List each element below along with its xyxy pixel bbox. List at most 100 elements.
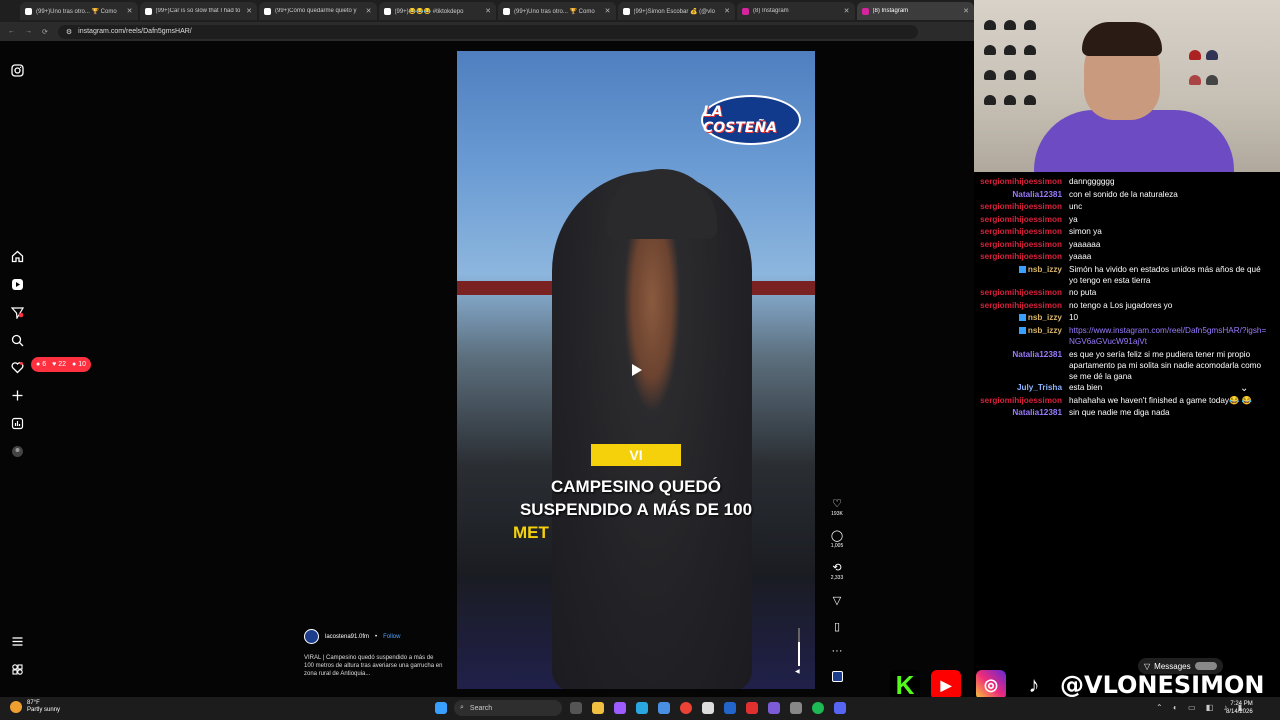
file-explorer-icon[interactable] <box>592 702 604 714</box>
home-icon[interactable] <box>11 250 24 263</box>
overlay-caption-line-1: CAMPESINO QUEDÓ <box>550 477 722 496</box>
browser-tab[interactable]: (99+)😂😂😂 #tiktokdepo ✕ <box>378 2 496 20</box>
app-icon[interactable] <box>658 702 670 714</box>
follow-button[interactable]: Follow <box>383 634 400 640</box>
discord-icon[interactable] <box>834 702 846 714</box>
streamer-hair <box>1082 22 1162 56</box>
tiktok-favicon-icon <box>25 7 32 15</box>
app-icon[interactable] <box>614 702 626 714</box>
forward-icon[interactable]: → <box>25 28 32 35</box>
browser-tab[interactable]: (99+)Uno tras otro... 🏆 Como ✕ <box>20 2 138 20</box>
stream-chat: sergiomihijoessimon danngggggg Natalia123… <box>974 172 1280 432</box>
save-button[interactable]: ▯ <box>826 620 848 633</box>
plus-icon[interactable] <box>11 389 24 402</box>
heart-icon: ♥ <box>52 361 57 368</box>
browser-tab[interactable]: (99+)Uno tras otro... 🏆 Como ✕ <box>498 2 616 20</box>
follow-count: ● 10 <box>72 361 86 368</box>
windows-start-icon[interactable] <box>435 702 447 714</box>
close-tab-icon[interactable]: ✕ <box>724 7 730 15</box>
task-view-icon[interactable] <box>570 702 582 714</box>
weather-sun-icon <box>10 701 22 713</box>
volume-slider[interactable]: ◀ <box>795 628 802 675</box>
reload-icon[interactable]: ⟳ <box>42 28 48 36</box>
close-tab-icon[interactable]: ✕ <box>963 7 969 15</box>
comment-count: ● 6 <box>36 361 47 368</box>
close-tab-icon[interactable]: ✕ <box>605 7 611 15</box>
profile-icon[interactable] <box>11 445 24 458</box>
webcam-feed <box>974 0 1280 172</box>
notepad-icon[interactable] <box>702 702 714 714</box>
like-count: ♥ 22 <box>52 361 66 368</box>
chat-link[interactable]: https://www.instagram.com/reel/Dafn5gmsH… <box>1069 325 1267 347</box>
taskbar-search[interactable]: ⌕ Search <box>454 700 562 716</box>
notification-summary-badge[interactable]: ● 6 ♥ 22 ● 10 <box>31 357 91 372</box>
app-icon[interactable] <box>746 702 758 714</box>
audio-button[interactable] <box>826 671 848 685</box>
comment-button[interactable]: ◯ 1,005 <box>826 529 848 549</box>
like-count: 193K <box>831 511 843 517</box>
site-info-icon[interactable]: ⚙ <box>66 28 72 36</box>
close-tab-icon[interactable]: ✕ <box>485 7 491 15</box>
menu-icon[interactable] <box>11 635 24 648</box>
browser-tab[interactable]: (99+)Simon Escobar 💰 (@vlo ✕ <box>617 2 735 20</box>
tiktok-favicon-icon <box>144 7 152 15</box>
overlay-highlight: VI <box>591 444 681 466</box>
heart-icon[interactable] <box>11 361 24 374</box>
weather-widget[interactable]: 87°F Partly sunny <box>10 700 60 714</box>
send-icon[interactable] <box>11 306 24 319</box>
reels-icon[interactable] <box>11 278 24 291</box>
browser-tab[interactable]: (8) Instagram ✕ <box>737 2 855 20</box>
instagram-icon: ◎ <box>976 670 1006 700</box>
clock[interactable]: 7:24 PM 8/14/2026 <box>1226 700 1253 716</box>
browser-tab-active[interactable]: (8) Instagram ✕ <box>856 2 974 20</box>
play-icon[interactable] <box>628 362 644 378</box>
share-button[interactable]: ▽ <box>826 594 848 607</box>
volume-icon[interactable]: ◀ <box>795 668 800 675</box>
author-row: lacostena91.0fm • Follow <box>304 629 444 644</box>
reel-video[interactable]: LA COSTEÑA VI CAMPESINO QUEDÓ SUSPENDIDO… <box>457 51 815 689</box>
close-tab-icon[interactable]: ✕ <box>844 7 850 15</box>
app-icon[interactable] <box>768 702 780 714</box>
browser-tab[interactable]: (99+)Car is so slow that I had to ✕ <box>139 2 257 20</box>
tiktok-favicon-icon <box>383 7 391 15</box>
streamer-handle: @VLONESIMON <box>1060 671 1265 699</box>
post-info: lacostena91.0fm • Follow VIRAL | Campesi… <box>304 629 444 678</box>
repost-count: 2,333 <box>830 575 844 581</box>
app-icon[interactable] <box>724 702 736 714</box>
close-tab-icon[interactable]: ✕ <box>127 7 133 15</box>
comment-icon: ◯ <box>830 530 844 542</box>
url-field[interactable]: ⚙ instagram.com/reels/Dafn5gmsHAR/ <box>57 24 918 39</box>
chevron-down-icon[interactable]: ⌄ <box>1240 383 1248 394</box>
bookmark-icon: ▯ <box>833 621 841 633</box>
chrome-icon[interactable] <box>680 702 692 714</box>
post-description[interactable]: VIRAL | Campesino quedó suspendido a más… <box>304 654 444 678</box>
more-options-button[interactable]: ··· <box>826 645 848 657</box>
close-tab-icon[interactable]: ✕ <box>366 7 372 15</box>
repost-button[interactable]: ⟲ 2,333 <box>826 561 848 581</box>
more-icon: ··· <box>831 645 843 657</box>
back-icon[interactable]: ← <box>8 28 15 35</box>
close-tab-icon[interactable]: ✕ <box>246 7 252 15</box>
subscriber-badge-icon <box>1018 314 1026 322</box>
la-costena-logo: LA COSTEÑA <box>701 95 801 145</box>
instagram-favicon-icon <box>861 7 869 15</box>
edge-icon[interactable] <box>636 702 648 714</box>
like-button[interactable]: ♡ 193K <box>826 497 848 517</box>
chart-icon[interactable] <box>11 417 24 430</box>
address-bar: ← → ⟳ ⚙ instagram.com/reels/Dafn5gmsHAR/ <box>0 22 974 41</box>
meta-icon[interactable] <box>11 663 24 676</box>
browser-tab-bar: (99+)Uno tras otro... 🏆 Como ✕ (99+)Car i… <box>0 0 974 22</box>
tiktok-favicon-icon <box>622 7 630 15</box>
browser-tab[interactable]: (99+)Cómo quedarme quieto y ✕ <box>259 2 377 20</box>
spotify-icon[interactable] <box>812 702 824 714</box>
video-person <box>552 171 752 689</box>
tiktok-icon: ♪ <box>1019 670 1049 700</box>
temperature: 87°F <box>27 700 40 706</box>
app-icon[interactable] <box>790 702 802 714</box>
author-name[interactable]: lacostena91.0fm <box>325 634 369 640</box>
instagram-icon[interactable] <box>11 64 24 77</box>
search-icon[interactable] <box>11 334 24 347</box>
audio-thumbnail-icon <box>831 671 843 682</box>
author-avatar[interactable] <box>304 629 319 644</box>
search-icon: ⌕ <box>460 704 464 711</box>
